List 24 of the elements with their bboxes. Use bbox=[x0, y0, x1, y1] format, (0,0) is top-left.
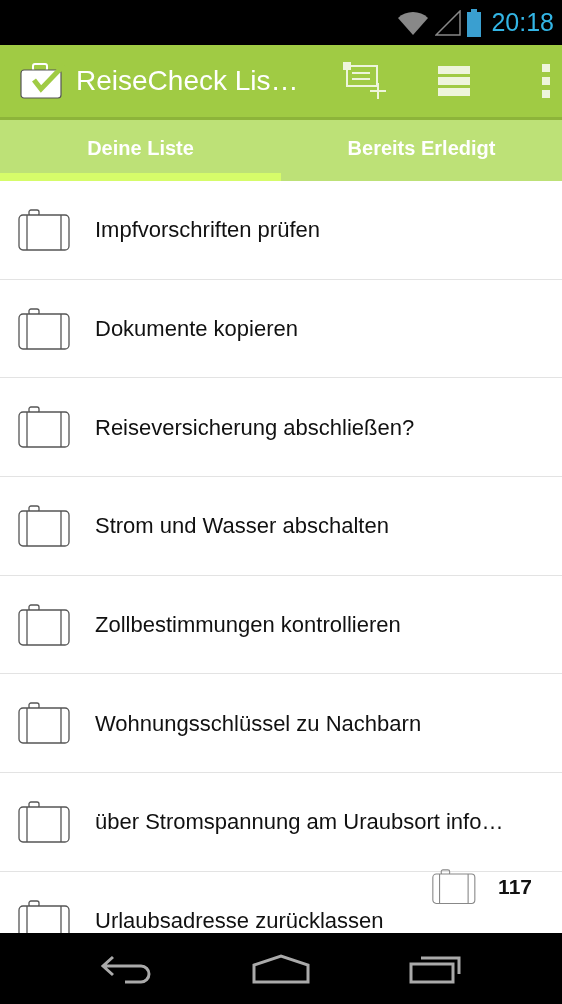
item-text[interactable]: Impfvorschriften prüfen bbox=[95, 213, 320, 247]
status-time: 20:18 bbox=[491, 6, 554, 38]
suitcase-icon bbox=[18, 800, 70, 843]
home-icon[interactable] bbox=[252, 953, 310, 984]
item-text[interactable]: Reiseversicherung abschließen? bbox=[95, 410, 415, 444]
suitcase-icon bbox=[18, 208, 70, 251]
item-text[interactable]: Zollbestimmungen kontrollieren bbox=[95, 608, 401, 642]
item-text[interactable]: Strom und Wasser abschalten bbox=[95, 509, 389, 543]
item-text[interactable]: über Stromspannung am Uraubsort info… bbox=[95, 805, 504, 839]
item-text[interactable]: Dokumente kopieren bbox=[95, 312, 298, 346]
suitcase-icon bbox=[18, 307, 70, 350]
suitcase-icon bbox=[18, 702, 70, 745]
item-text[interactable]: Urlaubsadresse zurücklassen bbox=[95, 904, 384, 933]
battery-icon bbox=[467, 8, 482, 37]
suitcase-icon bbox=[18, 603, 70, 646]
signal-icon bbox=[435, 9, 462, 36]
suitcase-icon bbox=[18, 504, 70, 547]
wifi-icon bbox=[397, 9, 430, 36]
suitcase-icon bbox=[18, 899, 70, 933]
item-text[interactable]: Wohnungsschlüssel zu Nachbarn bbox=[95, 706, 422, 740]
item-count: 117 bbox=[498, 874, 532, 901]
suitcase-icon bbox=[18, 406, 70, 449]
app-title: ReiseCheck Lis… bbox=[76, 64, 299, 98]
suitcase-icon bbox=[432, 869, 477, 905]
